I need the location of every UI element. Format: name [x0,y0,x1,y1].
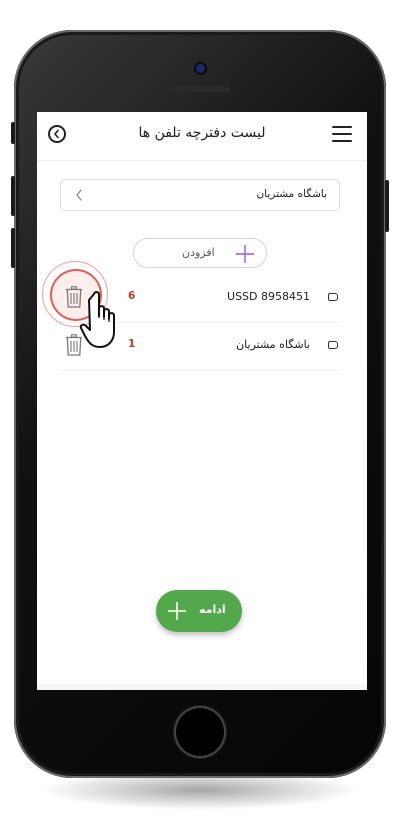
select-value: باشگاه مشتریان [256,188,327,200]
back-button[interactable] [48,125,66,143]
power-button [385,180,389,232]
row-label: باشگاه مشتریان [236,338,310,351]
row-label: USSD 8958451 [227,290,310,303]
add-button-label: افزودن [182,246,215,259]
chevron-left-icon [54,129,59,139]
volume-down-button [11,228,15,268]
app-screen: لیست دفترچه تلفن ها باشگاه مشتریان افزود… [37,112,367,690]
earpiece-speaker [170,86,230,92]
plus-icon [236,245,254,263]
mute-switch [11,122,15,144]
plus-icon [168,602,186,620]
hand-pointer-icon [79,291,115,348]
add-button[interactable]: افزودن [133,238,267,268]
chevron-left-icon [76,189,82,201]
screen-bottom-edge [37,684,367,690]
continue-button[interactable]: ادامه [156,590,242,632]
front-camera [196,64,205,73]
volume-up-button [11,176,15,216]
row-count: 1 [128,338,136,350]
phonebook-select[interactable]: باشگاه مشتریان [60,179,340,211]
continue-button-label: ادامه [199,603,226,616]
app-header: لیست دفترچه تلفن ها [37,112,367,161]
hamburger-menu-icon[interactable] [332,126,352,142]
row-count: 6 [128,290,136,302]
home-button[interactable] [174,706,226,758]
page-title: لیست دفترچه تلفن ها [138,125,266,141]
tag-icon [328,293,338,301]
tag-icon [328,341,338,349]
